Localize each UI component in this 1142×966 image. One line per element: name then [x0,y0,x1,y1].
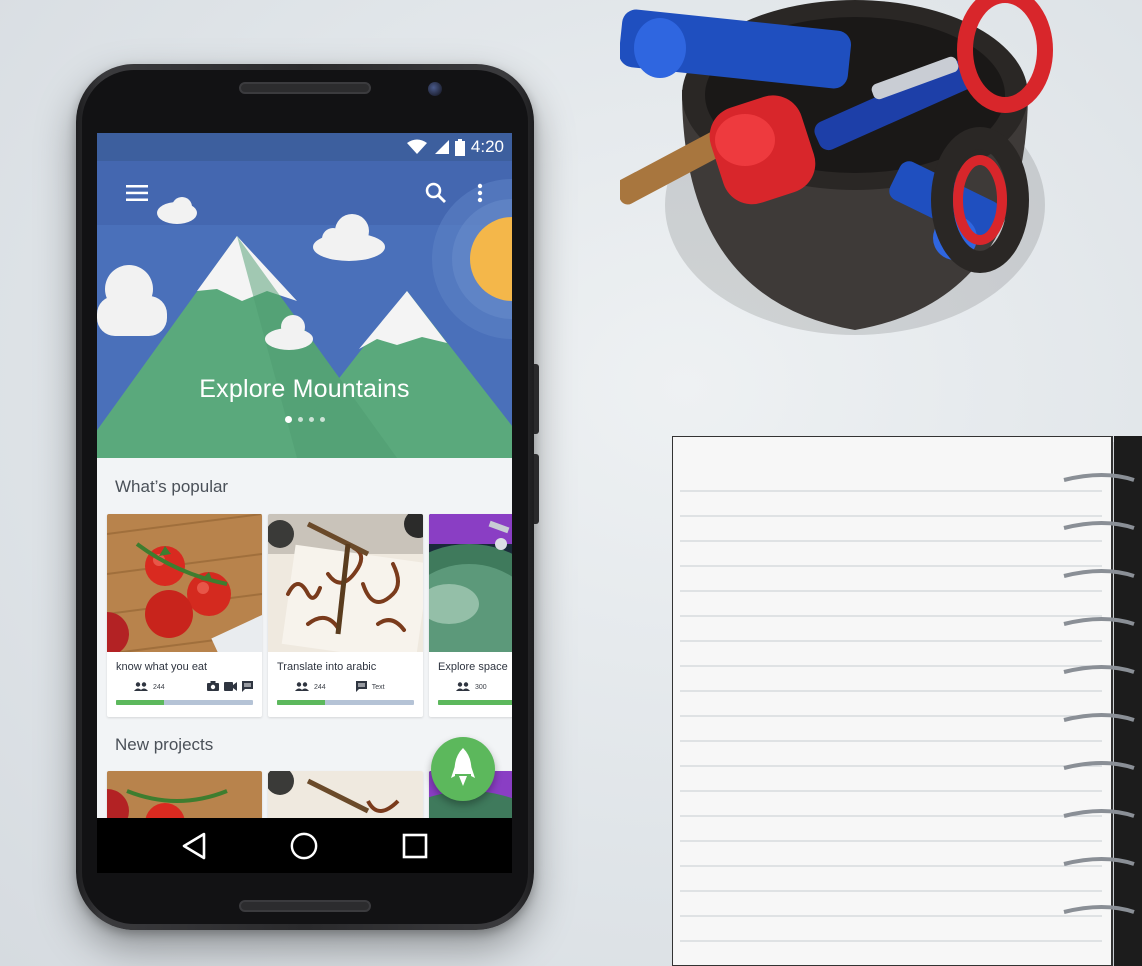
card-title: Translate into arabic [277,661,377,673]
card-meta: 300 [429,678,512,696]
members-group: 244 [134,681,165,693]
app-bar [97,161,512,225]
launch-fab[interactable] [431,737,495,801]
system-nav-bar [97,818,512,873]
card-title: know what you eat [116,661,208,673]
home-icon[interactable] [290,832,318,860]
card-meta: 244 [107,678,262,696]
signal-icon [433,139,449,155]
popular-cards: know what you eat 244 Translate into ara… [107,514,512,717]
hero-title: Explore Mountains [199,375,410,403]
hero-banner[interactable]: Explore Mountains [97,161,512,458]
phone-screen: 4:20 Explore Mountains What’s popular kn… [97,133,512,873]
rocket-icon [451,747,475,791]
back-icon[interactable] [180,832,208,860]
earpiece-speaker [239,82,371,94]
recents-icon[interactable] [401,832,429,860]
pen-cup-photo [620,0,1053,335]
wifi-icon [406,139,427,155]
volume-button [534,454,539,524]
pager-dot[interactable] [319,417,325,422]
card-meta: 244 Text [268,678,423,696]
video-icon [224,681,237,693]
members-group: 244 [295,681,326,693]
pager-dot[interactable] [297,417,303,422]
bottom-speaker [239,900,371,912]
status-bar: 4:20 [97,133,512,161]
status-time: 4:20 [470,137,504,156]
section-title-new: New projects [115,735,214,754]
pager-dot[interactable] [308,417,314,422]
front-camera [428,82,442,96]
hero-pager[interactable] [97,416,512,423]
people-icon [456,681,470,693]
card-image-calligraphy [268,514,423,652]
media-group: Text [355,680,385,694]
message-icon [242,680,253,694]
members-count: 300 [475,683,487,691]
media-group [207,680,253,694]
battery-icon [454,138,465,156]
search-icon[interactable] [422,179,450,207]
menu-icon[interactable] [123,179,151,207]
members-count: 244 [314,683,326,691]
section-title-popular: What’s popular [115,477,229,496]
card-image-space [429,514,512,652]
people-icon [295,681,309,693]
camera-icon [207,681,219,693]
members-count: 244 [153,683,165,691]
card-image-tomatoes [107,514,262,652]
people-icon [134,681,148,693]
more-vert-icon[interactable] [466,179,494,207]
project-card[interactable]: Translate into arabic 244 Text [268,514,423,717]
card-title: Explore space [438,661,508,673]
pager-dot-active[interactable] [284,416,292,423]
members-group: 300 [456,681,487,693]
media-type-label: Text [371,683,385,691]
notebook-photo [672,436,1142,966]
power-button [534,364,539,434]
message-icon [355,680,367,694]
project-card[interactable]: Explore space 300 [429,514,512,717]
project-card[interactable]: know what you eat 244 [107,514,262,717]
